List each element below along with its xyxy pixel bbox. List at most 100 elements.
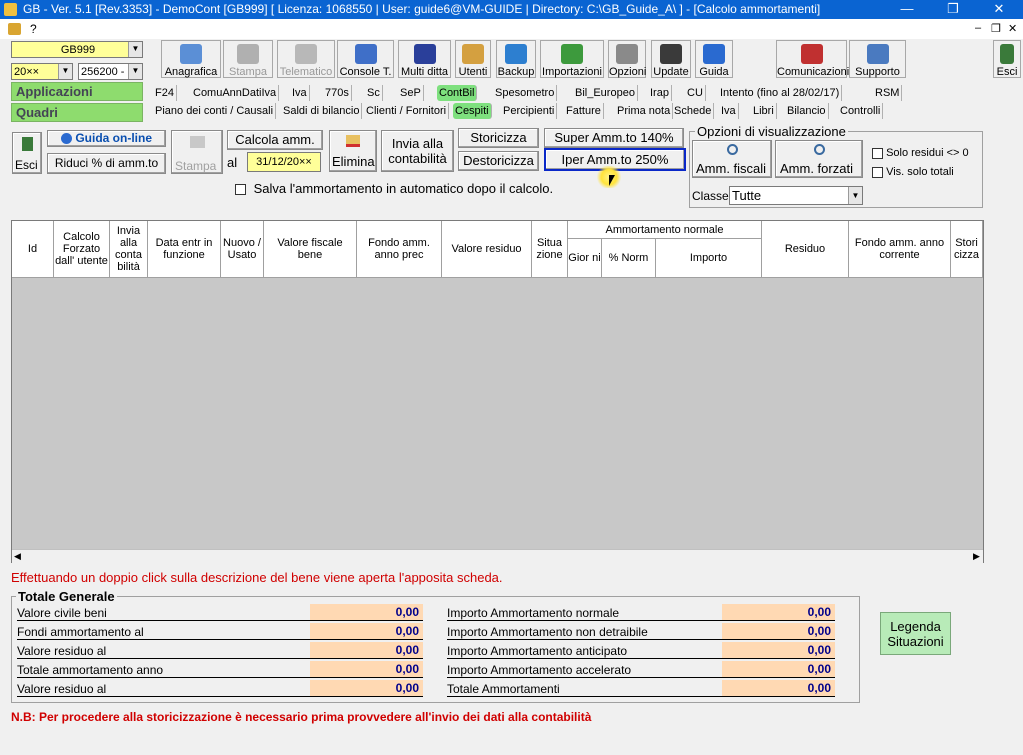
tab-1-4[interactable]: Sc [365,85,383,101]
tab-1-0[interactable]: F24 [153,85,177,101]
totals-title: Totale Generale [16,589,117,604]
tab-1-2[interactable]: Iva [290,85,310,101]
solo-residui-check[interactable] [872,147,883,159]
close-button[interactable]: ✕ [976,0,1022,19]
toolbar-telematico-button[interactable]: Telematico [277,40,335,78]
toolbar-guida-button[interactable]: Guida [695,40,733,78]
total-row: Totale ammortamento anno 0,00 [17,661,423,679]
tab-2-8[interactable]: Iva [719,103,739,119]
mdi-close-icon[interactable]: ✕ [1008,22,1017,35]
menu-app-icon[interactable] [8,23,21,35]
year-select[interactable]: 20×× ▼ [11,63,73,80]
restore-button[interactable]: ❐ [930,0,976,19]
super-amm-button[interactable]: Super Amm.to 140% [544,128,684,148]
esci-top-button[interactable]: Esci [993,40,1021,78]
mdi-restore-icon[interactable]: ❐ [991,22,1001,35]
column-header[interactable]: Stori cizza [951,221,983,277]
column-header[interactable]: Residuo [762,221,849,277]
date-input[interactable]: 31/12/20×× [247,152,321,172]
supporto-icon [866,44,889,64]
toolbar-backup-button[interactable]: Backup [496,40,536,78]
salva-auto-checkbox[interactable]: Salva l'ammortamento in automatico dopo … [235,181,553,196]
amm-forzati-button[interactable]: Amm. forzati [775,140,863,178]
tab-1-9[interactable]: Irap [648,85,672,101]
scroll-right-icon[interactable]: ▶ [973,551,980,562]
tab-2-3[interactable]: Cespiti [453,103,492,119]
tab-2-2[interactable]: Clienti / Fornitori [364,103,450,119]
tab-2-0[interactable]: Piano dei conti / Causali [153,103,277,119]
tab-2-11[interactable]: Controlli [838,103,884,119]
code-select[interactable]: 256200 - ▼ [78,63,143,80]
toolbar-multi-ditta-button[interactable]: Multi ditta [398,40,451,78]
tab-2-9[interactable]: Libri [751,103,777,119]
tab-1-1[interactable]: ComuAnnDatiIva [191,85,280,101]
tab-1-11[interactable]: Intento (fino al 28/02/17) [718,85,843,101]
column-header[interactable]: Id [12,221,54,277]
solo-residui-checkbox[interactable]: Solo residui <> 0 [872,147,969,159]
toolbar-update-button[interactable]: Update [651,40,691,78]
stampa-button[interactable]: Stampa [171,130,223,174]
toolbar-anagrafica-button[interactable]: Anagrafica [161,40,221,78]
column-header[interactable]: Invia alla conta bilità [110,221,148,277]
column-header[interactable]: Situa zione [532,221,568,277]
column-header[interactable]: Fondo amm. anno prec [357,221,442,277]
tab-2-7[interactable]: Schede [672,103,715,119]
column-header[interactable]: Valore fiscale bene [264,221,357,277]
esci-button[interactable]: Esci [12,132,42,174]
toolbar-utenti-button[interactable]: Utenti [455,40,491,78]
column-header[interactable]: % Norm [602,239,656,277]
toolbar-supporto-button[interactable]: Supporto [849,40,906,78]
classe-select[interactable]: Tutte ▼ [729,186,863,205]
riduci-button[interactable]: Riduci % di amm.to [47,153,166,174]
cespiti-table[interactable]: Id Calcolo Forzato dall' utente Invia alla… [11,220,984,563]
column-header[interactable]: Data entr in funzione [148,221,221,277]
tab-1-12[interactable]: RSM [873,85,903,101]
destoricizza-button[interactable]: Destoricizza [458,151,539,171]
tab-2-10[interactable]: Bilancio [785,103,829,119]
exit-icon [22,137,33,151]
window-title: GB - Ver. 5.1 [Rev.3353] - DemoCont [GB9… [23,2,821,16]
toolbar-importazioni-button[interactable]: Importazioni [540,40,604,78]
tab-2-4[interactable]: Percipienti [501,103,558,119]
column-header[interactable]: Gior ni [568,239,602,277]
tab-1-6[interactable]: ContBil [437,85,478,101]
tab-1-7[interactable]: Spesometro [493,85,558,101]
tab-1-8[interactable]: Bil_Europeo [573,85,638,101]
column-header[interactable]: Nuovo / Usato [221,221,264,277]
storicizza-button[interactable]: Storicizza [458,128,539,148]
applicazioni-select[interactable]: Applicazioni [11,82,143,101]
company-select[interactable]: GB999 ▼ [11,41,143,58]
column-header[interactable]: Calcolo Forzato dall' utente [54,221,110,277]
scroll-left-icon[interactable]: ◀ [14,551,21,562]
help-menu[interactable]: ? [30,22,37,36]
total-row: Importo Ammortamento anticipato 0,00 [447,642,835,660]
vis-totali-checkbox[interactable]: Vis. solo totali [872,166,954,178]
toolbar-opzioni-button[interactable]: Opzioni [608,40,646,78]
salva-auto-check[interactable] [235,184,246,196]
toolbar-console-button[interactable]: Console T. [337,40,394,78]
legenda-button[interactable]: Legenda Situazioni [880,612,951,655]
vis-totali-check[interactable] [872,166,883,178]
tab-2-1[interactable]: Saldi di bilancio [281,103,363,119]
toolbar-comunicazioni-button[interactable]: Comunicazioni [776,40,849,78]
column-header[interactable]: Fondo amm. anno corrente [849,221,951,277]
toolbar-stampa-button[interactable]: Stampa [223,40,273,78]
tab-1-5[interactable]: SeP [398,85,424,101]
column-header[interactable]: Valore residuo [442,221,532,277]
tab-2-6[interactable]: Prima nota [615,103,674,119]
elimina-button[interactable]: Elimina [329,130,377,172]
tab-1-3[interactable]: 770s [323,85,352,101]
calcola-button[interactable]: Calcola amm. [227,130,323,150]
minimize-button[interactable]: — [884,0,930,19]
tab-1-10[interactable]: CU [685,85,706,101]
mdi-minimize-icon[interactable]: – [975,22,981,34]
horizontal-scrollbar[interactable]: ◀ ▶ [12,549,983,563]
invia-button[interactable]: Invia alla contabilità [381,130,454,172]
quadri-select[interactable]: Quadri [11,103,143,122]
tab-2-5[interactable]: Fatture [564,103,604,119]
column-header[interactable]: Importo [656,239,762,277]
amm-fiscali-button[interactable]: Amm. fiscali [692,140,772,178]
app-icon [4,3,17,16]
guida-online-button[interactable]: Guida on-line [47,130,166,147]
comunicazioni-icon [800,44,823,64]
